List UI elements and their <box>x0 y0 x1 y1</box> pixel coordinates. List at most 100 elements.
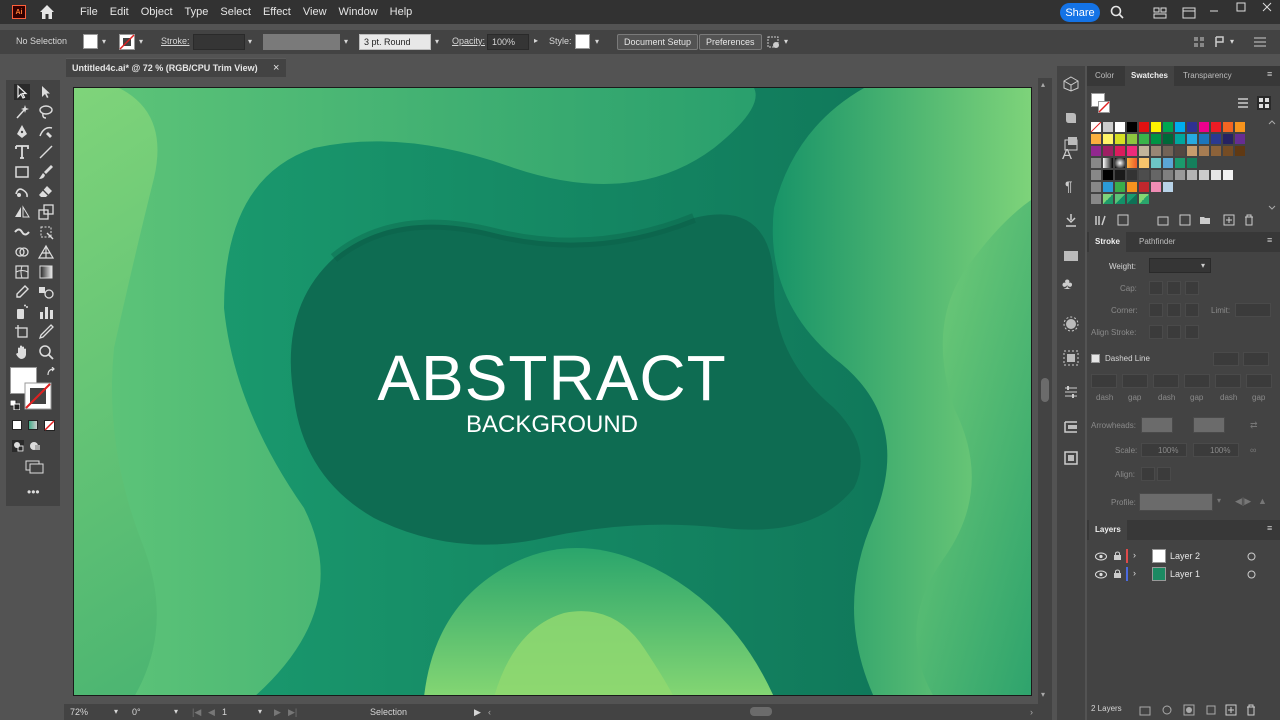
chevron-down-icon[interactable]: ▾ <box>595 37 599 46</box>
swatch[interactable] <box>1127 134 1137 144</box>
visibility-eye-icon[interactable] <box>1095 570 1107 579</box>
menu-select[interactable]: Select <box>214 6 257 18</box>
swatch[interactable] <box>1151 158 1161 168</box>
swap-colors-icon[interactable] <box>46 367 56 377</box>
opacity-field[interactable]: 100% <box>487 34 529 50</box>
new-layer-icon[interactable] <box>1225 704 1237 716</box>
recolor-icon[interactable] <box>766 35 780 49</box>
round-join-button[interactable] <box>1167 303 1181 317</box>
butt-cap-button[interactable] <box>1149 281 1163 295</box>
menu-help[interactable]: Help <box>384 6 419 18</box>
gap-input-2[interactable] <box>1184 374 1210 388</box>
swatch[interactable] <box>1139 182 1149 192</box>
swatch[interactable] <box>1091 146 1101 156</box>
chevron-right-icon[interactable]: › <box>1133 550 1136 560</box>
menu-object[interactable]: Object <box>135 6 179 18</box>
swatch[interactable] <box>1127 194 1137 204</box>
show-swatch-kinds-icon[interactable] <box>1117 214 1129 226</box>
dashed-line-checkbox[interactable] <box>1091 354 1100 363</box>
edit-toolbar-icon[interactable]: ••• <box>27 485 40 499</box>
new-folder-icon[interactable] <box>1199 214 1211 226</box>
chevron-down-icon[interactable]: ▾ <box>258 707 262 716</box>
list-view-icon[interactable] <box>1237 97 1249 109</box>
swatch-folder[interactable] <box>1091 158 1101 168</box>
swatch-none[interactable] <box>1091 122 1101 132</box>
chevron-down-icon[interactable]: ▾ <box>139 37 143 46</box>
eraser-tool-icon[interactable] <box>38 184 54 200</box>
paintbrush-tool-icon[interactable] <box>38 164 54 180</box>
swatch[interactable] <box>1235 134 1245 144</box>
swatch[interactable] <box>1211 122 1221 132</box>
rectangle-tool-icon[interactable] <box>14 164 30 180</box>
tab-swatches[interactable]: Swatches <box>1125 66 1174 86</box>
variable-width-profile[interactable] <box>263 34 340 50</box>
shape-builder-tool-icon[interactable] <box>14 244 30 260</box>
start-scale-input[interactable]: 100% <box>1141 443 1187 457</box>
document-tab[interactable]: Untitled4c.ai* @ 72 % (RGB/CPU Trim View… <box>66 58 286 77</box>
preserve-dash-button[interactable] <box>1213 352 1239 366</box>
swatch[interactable] <box>1211 134 1221 144</box>
tab-layers[interactable]: Layers <box>1089 520 1127 540</box>
reflect-tool-icon[interactable] <box>14 204 30 220</box>
zoom-level[interactable]: 72% <box>70 707 88 717</box>
swatch[interactable] <box>1139 134 1149 144</box>
lasso-tool-icon[interactable] <box>38 104 54 120</box>
scale-tool-icon[interactable] <box>38 204 54 220</box>
dash-input-1[interactable] <box>1091 374 1117 388</box>
change-screen-mode-icon[interactable] <box>25 460 45 474</box>
tab-transparency[interactable]: Transparency <box>1177 66 1238 86</box>
draw-normal-icon[interactable] <box>12 440 24 452</box>
target-circle-icon[interactable] <box>1247 570 1256 579</box>
blend-tool-icon[interactable] <box>38 284 54 300</box>
swatch[interactable] <box>1163 134 1173 144</box>
swatch[interactable] <box>1187 134 1197 144</box>
first-artboard-icon[interactable]: |◀ <box>192 707 201 718</box>
swatch[interactable] <box>1151 182 1161 192</box>
search-icon[interactable] <box>1110 5 1124 19</box>
layers-panel-icon[interactable] <box>1063 418 1079 434</box>
align-inside-button[interactable] <box>1167 325 1181 339</box>
menu-effect[interactable]: Effect <box>257 6 297 18</box>
3d-materials-icon[interactable] <box>1063 76 1079 92</box>
layer-name[interactable]: Layer 2 <box>1170 551 1200 561</box>
swatch[interactable] <box>1175 170 1185 180</box>
swatch[interactable] <box>1103 170 1113 180</box>
chevron-down-icon[interactable]: ▾ <box>1217 496 1221 505</box>
symbols-icon[interactable]: ♣ <box>1062 276 1073 294</box>
puppet-warp-icon[interactable] <box>1063 212 1079 228</box>
artboard-number[interactable]: 1 <box>222 707 227 717</box>
arrow-extend-button[interactable] <box>1141 467 1155 481</box>
workspace-icon[interactable] <box>1182 7 1196 19</box>
vertical-scroll-thumb[interactable] <box>1041 378 1049 402</box>
menu-window[interactable]: Window <box>333 6 384 18</box>
stroke-weight-field[interactable] <box>193 34 245 50</box>
new-swatch-icon[interactable] <box>1223 214 1235 226</box>
paragraph-icon[interactable]: ¶ <box>1065 178 1073 194</box>
swatch[interactable] <box>1163 182 1173 192</box>
swatch[interactable] <box>1235 146 1245 156</box>
perspective-grid-tool-icon[interactable] <box>38 244 54 260</box>
eyedropper-tool-icon[interactable] <box>14 284 30 300</box>
align-outside-button[interactable] <box>1185 325 1199 339</box>
swatch[interactable] <box>1187 158 1197 168</box>
scroll-left-icon[interactable]: ‹ <box>488 707 491 717</box>
swatch[interactable] <box>1175 158 1185 168</box>
flip-along-icon[interactable]: ◀|▶ <box>1235 496 1251 507</box>
chevron-down-icon[interactable]: ▾ <box>248 37 252 46</box>
align-center-button[interactable] <box>1149 325 1163 339</box>
maximize-icon[interactable] <box>1236 2 1246 12</box>
gradient-panel-icon[interactable] <box>1063 248 1079 264</box>
swatch[interactable] <box>1163 146 1173 156</box>
stroke-none-swatch[interactable] <box>119 34 135 50</box>
link-scale-icon[interactable]: ∞ <box>1250 445 1256 455</box>
chevron-down-icon[interactable]: ▾ <box>435 37 439 46</box>
align-dashes-button[interactable] <box>1243 352 1269 366</box>
symbol-sprayer-tool-icon[interactable] <box>14 304 30 320</box>
layer-row[interactable]: › Layer 2 <box>1087 548 1280 565</box>
previous-artboard-icon[interactable]: ◀ <box>208 707 215 718</box>
end-scale-input[interactable]: 100% <box>1193 443 1239 457</box>
swatch[interactable] <box>1223 134 1233 144</box>
width-profile-select[interactable] <box>1139 493 1213 511</box>
home-icon[interactable] <box>38 3 56 21</box>
collect-for-export-icon[interactable] <box>1139 704 1151 716</box>
